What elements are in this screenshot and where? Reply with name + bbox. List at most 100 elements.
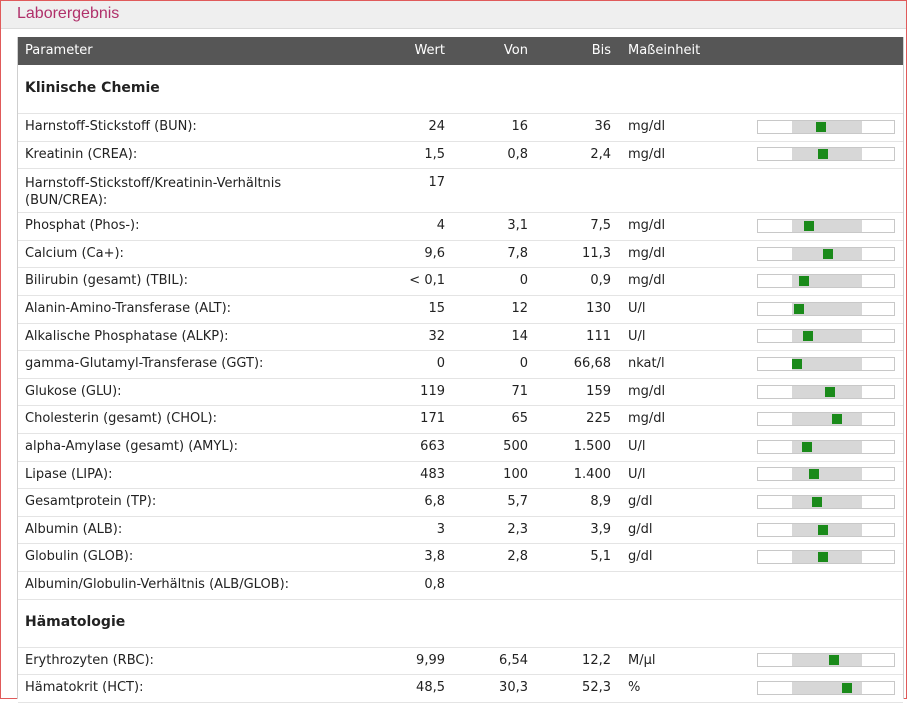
value-von: 3,1 xyxy=(507,218,528,234)
reference-range-bar xyxy=(757,467,895,482)
column-header-unit[interactable]: Maßeinheit xyxy=(628,43,700,58)
parameter-name: Albumin (ALB): xyxy=(25,521,123,537)
value-unit: mg/dl xyxy=(628,245,666,261)
reference-range-bar xyxy=(757,412,895,427)
value-von: 5,7 xyxy=(507,494,528,510)
value-von: 0,8 xyxy=(507,146,528,162)
value-wert: 9,99 xyxy=(416,652,445,668)
parameter-name: Alkalische Phosphatase (ALKP): xyxy=(25,328,229,344)
parameter-name: Globulin (GLOB): xyxy=(25,549,134,565)
reference-range-bar xyxy=(757,329,895,344)
table-row[interactable]: alpha-Amylase (gesamt) (AMYL): 663 500 1.50… xyxy=(18,433,903,462)
result-marker xyxy=(804,220,814,231)
table-row[interactable]: Cholesterin (gesamt) (CHOL): 171 65 225 mg/d… xyxy=(18,405,903,434)
value-bis: 159 xyxy=(586,383,611,399)
value-bis: 36 xyxy=(594,119,611,134)
reference-range-bar xyxy=(757,384,895,399)
value-von: 6,54 xyxy=(499,652,528,668)
value-wert: 48,5 xyxy=(416,680,445,696)
table-row[interactable]: Gesamtprotein (TP): 6,8 5,7 8,9 g/dl xyxy=(18,488,903,517)
result-marker xyxy=(841,682,852,693)
column-header-wert[interactable]: Wert xyxy=(414,43,445,58)
value-unit: mg/dl xyxy=(628,146,666,162)
value-wert: < 0,1 xyxy=(409,273,445,289)
value-wert: 9,6 xyxy=(424,245,445,261)
reference-range-bar xyxy=(757,147,895,162)
column-header-von[interactable]: Von xyxy=(504,43,528,58)
value-von: 12 xyxy=(511,301,528,316)
table-row[interactable]: Harnstoff-Stickstoff/Kreatinin-Verhältni… xyxy=(18,168,903,214)
result-marker xyxy=(818,524,829,535)
value-bis: 8,9 xyxy=(590,494,611,510)
table-row[interactable]: Calcium (Ca+): 9,6 7,8 11,3 mg/dl xyxy=(18,240,903,269)
reference-range-bar xyxy=(757,550,895,565)
reference-range-bar xyxy=(757,439,895,454)
value-von: 65 xyxy=(511,411,528,427)
value-wert: 6,8 xyxy=(424,494,445,510)
value-wert: 663 xyxy=(420,439,445,454)
value-von: 0 xyxy=(519,273,528,289)
parameter-name: Harnstoff-Stickstoff/Kreatinin-Verhältni… xyxy=(25,176,282,209)
table-row[interactable]: Phosphat (Phos-): 4 3,1 7,5 mg/dl xyxy=(18,212,903,241)
value-wert: 32 xyxy=(428,328,445,344)
column-header-parameter[interactable]: Parameter xyxy=(25,43,93,58)
result-marker xyxy=(818,149,829,160)
value-wert: 24 xyxy=(428,119,445,134)
value-unit: mg/dl xyxy=(628,218,666,234)
reference-range-bar xyxy=(757,522,895,537)
value-bis: 1.400 xyxy=(573,466,611,482)
table-row[interactable]: gamma-Glutamyl-Transferase (GGT): 0 0 66,68… xyxy=(18,350,903,379)
value-von: 16 xyxy=(511,119,528,134)
window-title: Laborergebnis xyxy=(17,5,120,22)
column-header-bis[interactable]: Bis xyxy=(592,43,611,58)
parameter-name: Glukose (GLU): xyxy=(25,383,122,399)
table-row[interactable]: Harnstoff-Stickstoff (BUN): 24 16 36 mg/dl xyxy=(18,113,903,142)
table-row[interactable]: Kreatinin (CREA): 1,5 0,8 2,4 mg/dl xyxy=(18,141,903,170)
reference-range-bar xyxy=(757,494,895,509)
value-unit: U/l xyxy=(628,466,646,482)
table-row[interactable]: Albumin (ALB): 3 2,3 3,9 g/dl xyxy=(18,516,903,545)
table-row[interactable]: Alanin-Amino-Transferase (ALT): 15 12 130 U/… xyxy=(18,295,903,324)
value-unit: mg/dl xyxy=(628,411,666,427)
table-row[interactable]: Albumin/Globulin-Verhältnis (ALB/GLOB): 0… xyxy=(18,571,903,600)
result-marker xyxy=(809,469,820,480)
section-header: Klinische Chemie xyxy=(18,65,903,114)
value-unit: mg/dl xyxy=(628,273,666,289)
table-row[interactable]: Bilirubin (gesamt) (TBIL): < 0,1 0 0,9 mg/dl xyxy=(18,267,903,296)
value-von: 14 xyxy=(511,328,528,344)
reference-range-bar xyxy=(757,680,895,695)
normal-range-segment xyxy=(792,120,862,133)
normal-range-segment xyxy=(792,654,862,667)
value-wert: 15 xyxy=(428,301,445,316)
table-row[interactable]: Glukose (GLU): 119 71 159 mg/dl xyxy=(18,378,903,407)
reference-range-bar xyxy=(757,301,895,316)
reference-range-bar xyxy=(757,653,895,668)
parameter-name: Calcium (Ca+): xyxy=(25,245,124,261)
normal-range-segment xyxy=(792,219,862,232)
value-wert: 0 xyxy=(436,356,445,372)
value-unit: nkat/l xyxy=(628,356,665,372)
reference-range-bar xyxy=(757,218,895,233)
value-unit: g/dl xyxy=(628,549,653,565)
table-header: Parameter Wert Von Bis Maßeinheit xyxy=(18,37,903,65)
table-row[interactable]: Lipase (LIPA): 483 100 1.400 U/l xyxy=(18,461,903,490)
value-von: 7,8 xyxy=(507,245,528,261)
parameter-name: alpha-Amylase (gesamt) (AMYL): xyxy=(25,439,239,454)
value-bis: 0,9 xyxy=(590,273,611,289)
parameter-name: Lipase (LIPA): xyxy=(25,466,113,482)
value-von: 30,3 xyxy=(499,680,528,696)
table-row[interactable]: Erythrozyten (RBC): 9,99 6,54 12,2 M/µl xyxy=(18,647,903,676)
parameter-name: Harnstoff-Stickstoff (BUN): xyxy=(25,119,197,134)
parameter-name: Kreatinin (CREA): xyxy=(25,146,138,162)
table-row[interactable]: Globulin (GLOB): 3,8 2,8 5,1 g/dl xyxy=(18,543,903,572)
table-row[interactable]: Alkalische Phosphatase (ALKP): 32 14 111 U/l xyxy=(18,323,903,352)
value-unit: U/l xyxy=(628,439,646,454)
parameter-name: gamma-Glutamyl-Transferase (GGT): xyxy=(25,356,264,372)
section-header: Hämatologie xyxy=(18,599,903,648)
parameter-name: Bilirubin (gesamt) (TBIL): xyxy=(25,273,189,289)
reference-range-bar xyxy=(757,246,895,261)
value-von: 0 xyxy=(519,356,528,372)
reference-range-bar xyxy=(757,356,895,371)
table-row[interactable]: Hämatokrit (HCT): 48,5 30,3 52,3% xyxy=(18,674,903,703)
result-marker xyxy=(831,414,842,425)
